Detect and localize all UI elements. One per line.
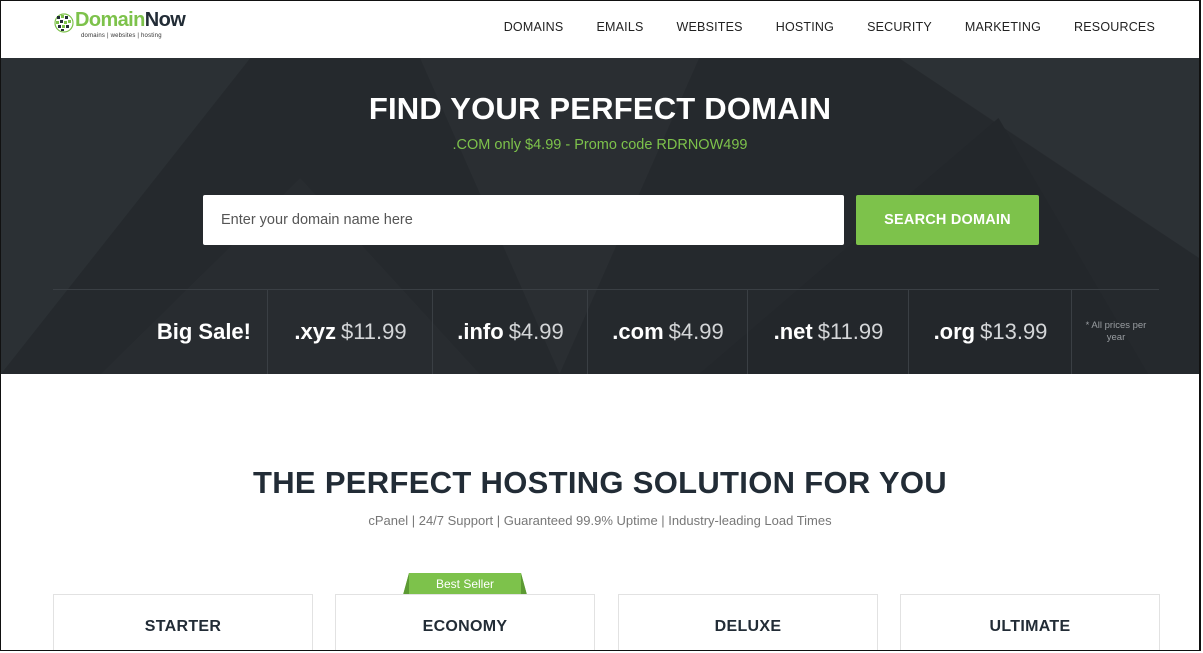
plan-name: ULTIMATE — [989, 618, 1071, 635]
search-domain-button[interactable]: SEARCH DOMAIN — [856, 195, 1039, 245]
sale-label-cell: Big Sale! — [53, 290, 267, 374]
big-sale-label: Big Sale! — [156, 319, 251, 344]
brand-tagline: domains | websites | hosting — [81, 33, 162, 39]
browser-viewport: DomainNow domains | websites | hosting D… — [0, 0, 1201, 651]
top-navigation: DomainNow domains | websites | hosting D… — [1, 1, 1199, 59]
domain-search-input[interactable] — [203, 195, 844, 245]
hosting-section-subtitle: cPanel | 24/7 Support | Guaranteed 99.9%… — [368, 513, 832, 528]
tld-name: .org — [933, 319, 976, 344]
price-note: * All prices per year — [1085, 320, 1147, 343]
plan-card-economy[interactable]: ECONOMY — [335, 594, 595, 650]
tld-price: $11.99 — [817, 319, 884, 344]
nav-item-resources[interactable]: RESOURCES — [1074, 20, 1155, 34]
main-menu: DOMAINS EMAILS WEBSITES HOSTING SECURITY… — [504, 20, 1155, 34]
nav-item-websites[interactable]: WEBSITES — [677, 20, 743, 34]
tld-org[interactable]: .org $13.99 — [908, 290, 1072, 374]
nav-item-emails[interactable]: EMAILS — [596, 20, 643, 34]
brand-name-part2: Now — [144, 9, 186, 31]
hosting-section-title: THE PERFECT HOSTING SOLUTION FOR YOU — [253, 465, 947, 500]
hero-section: FIND YOUR PERFECT DOMAIN .COM only $4.99… — [1, 58, 1199, 374]
plan-card-deluxe[interactable]: DELUXE — [618, 594, 878, 650]
globe-logo-icon — [54, 13, 74, 33]
tld-price: $4.99 — [668, 319, 724, 344]
best-seller-ribbon — [403, 573, 527, 595]
brand-name-part1: Domain — [75, 9, 145, 31]
tld-name: .xyz — [294, 319, 336, 344]
tld-price: $11.99 — [340, 319, 407, 344]
tld-name: .com — [612, 319, 664, 344]
plan-name: ECONOMY — [422, 618, 508, 635]
plan-card-starter[interactable]: STARTER — [53, 594, 313, 650]
nav-item-marketing[interactable]: MARKETING — [965, 20, 1041, 34]
tld-price: $13.99 — [980, 319, 1048, 344]
tld-com[interactable]: .com $4.99 — [587, 290, 748, 374]
nav-item-security[interactable]: SECURITY — [867, 20, 932, 34]
promo-text: .COM only $4.99 - Promo code RDRNOW499 — [452, 137, 748, 153]
tld-sale-strip: Big Sale! .xyz $11.99 .info $4.99 .com $4.9… — [53, 289, 1159, 374]
plan-name: STARTER — [144, 618, 222, 635]
brand-name: DomainNow — [75, 9, 186, 32]
tld-name: .info — [457, 319, 504, 344]
price-note-cell: * All prices per year — [1071, 290, 1160, 374]
plan-card-ultimate[interactable]: ULTIMATE — [900, 594, 1160, 650]
tld-price: $4.99 — [508, 319, 564, 344]
plan-name: DELUXE — [714, 618, 782, 635]
tld-name: .net — [773, 319, 813, 344]
tld-xyz[interactable]: .xyz $11.99 — [267, 290, 433, 374]
brand-logo[interactable]: DomainNow domains | websites | hosting — [53, 9, 203, 49]
tld-info[interactable]: .info $4.99 — [432, 290, 588, 374]
nav-item-hosting[interactable]: HOSTING — [776, 20, 834, 34]
nav-item-domains[interactable]: DOMAINS — [504, 20, 564, 34]
hero-title: FIND YOUR PERFECT DOMAIN — [368, 91, 832, 126]
tld-net[interactable]: .net $11.99 — [747, 290, 909, 374]
